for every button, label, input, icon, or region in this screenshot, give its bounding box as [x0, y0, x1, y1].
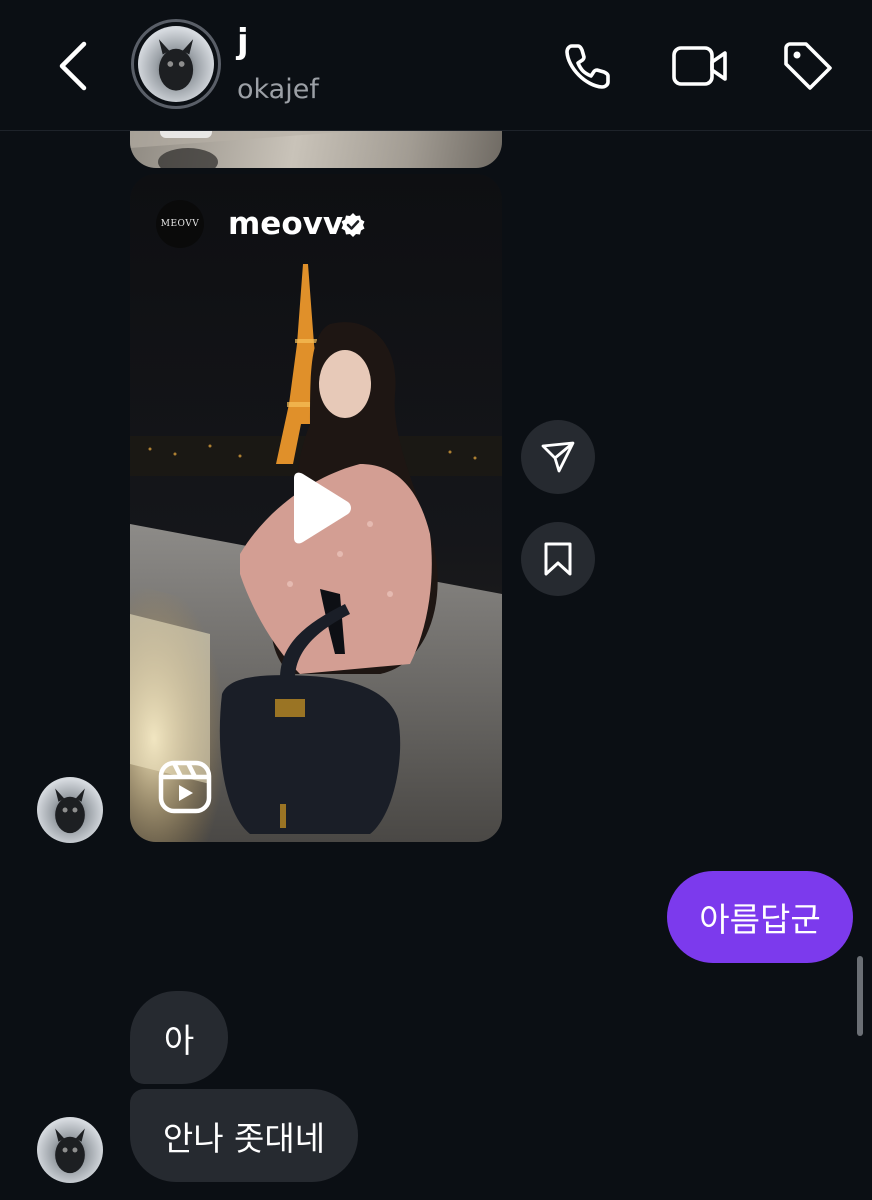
contact-avatar[interactable]: [131, 19, 221, 109]
tag-button[interactable]: [780, 38, 836, 94]
incoming-message-bubble[interactable]: 아: [130, 991, 228, 1084]
sender-avatar[interactable]: [37, 777, 103, 843]
save-reel-button[interactable]: [521, 522, 595, 596]
share-send-icon: [541, 441, 575, 473]
back-button[interactable]: [50, 38, 98, 94]
video-call-button[interactable]: [670, 38, 727, 94]
shared-reel-card[interactable]: MEOVV meovv: [130, 174, 502, 842]
reel-account-name[interactable]: meovv: [228, 204, 343, 244]
phone-icon: [565, 44, 610, 89]
chat-header: j okajef: [0, 0, 872, 131]
contact-username[interactable]: okajef: [237, 72, 319, 108]
back-chevron-icon: [59, 41, 87, 91]
reels-icon: [158, 760, 212, 814]
outgoing-message-bubble[interactable]: 아름답군: [667, 871, 853, 963]
audio-call-button[interactable]: [560, 38, 616, 94]
share-reel-button[interactable]: [521, 420, 595, 494]
contact-name[interactable]: j: [237, 22, 249, 62]
scrollbar[interactable]: [857, 956, 863, 1036]
save-bookmark-icon: [544, 542, 572, 576]
sender-avatar[interactable]: [37, 1117, 103, 1183]
dm-thread-screen: j okajef MEOVV meovv 아름답군 아 안나 좃대네: [0, 0, 872, 1200]
incoming-message-bubble[interactable]: 안나 좃대네: [130, 1089, 358, 1182]
verified-badge-icon: [341, 213, 365, 237]
video-camera-icon: [672, 46, 727, 86]
tag-icon: [784, 42, 832, 90]
play-icon[interactable]: [284, 470, 354, 546]
reel-account-avatar[interactable]: MEOVV: [156, 200, 204, 248]
